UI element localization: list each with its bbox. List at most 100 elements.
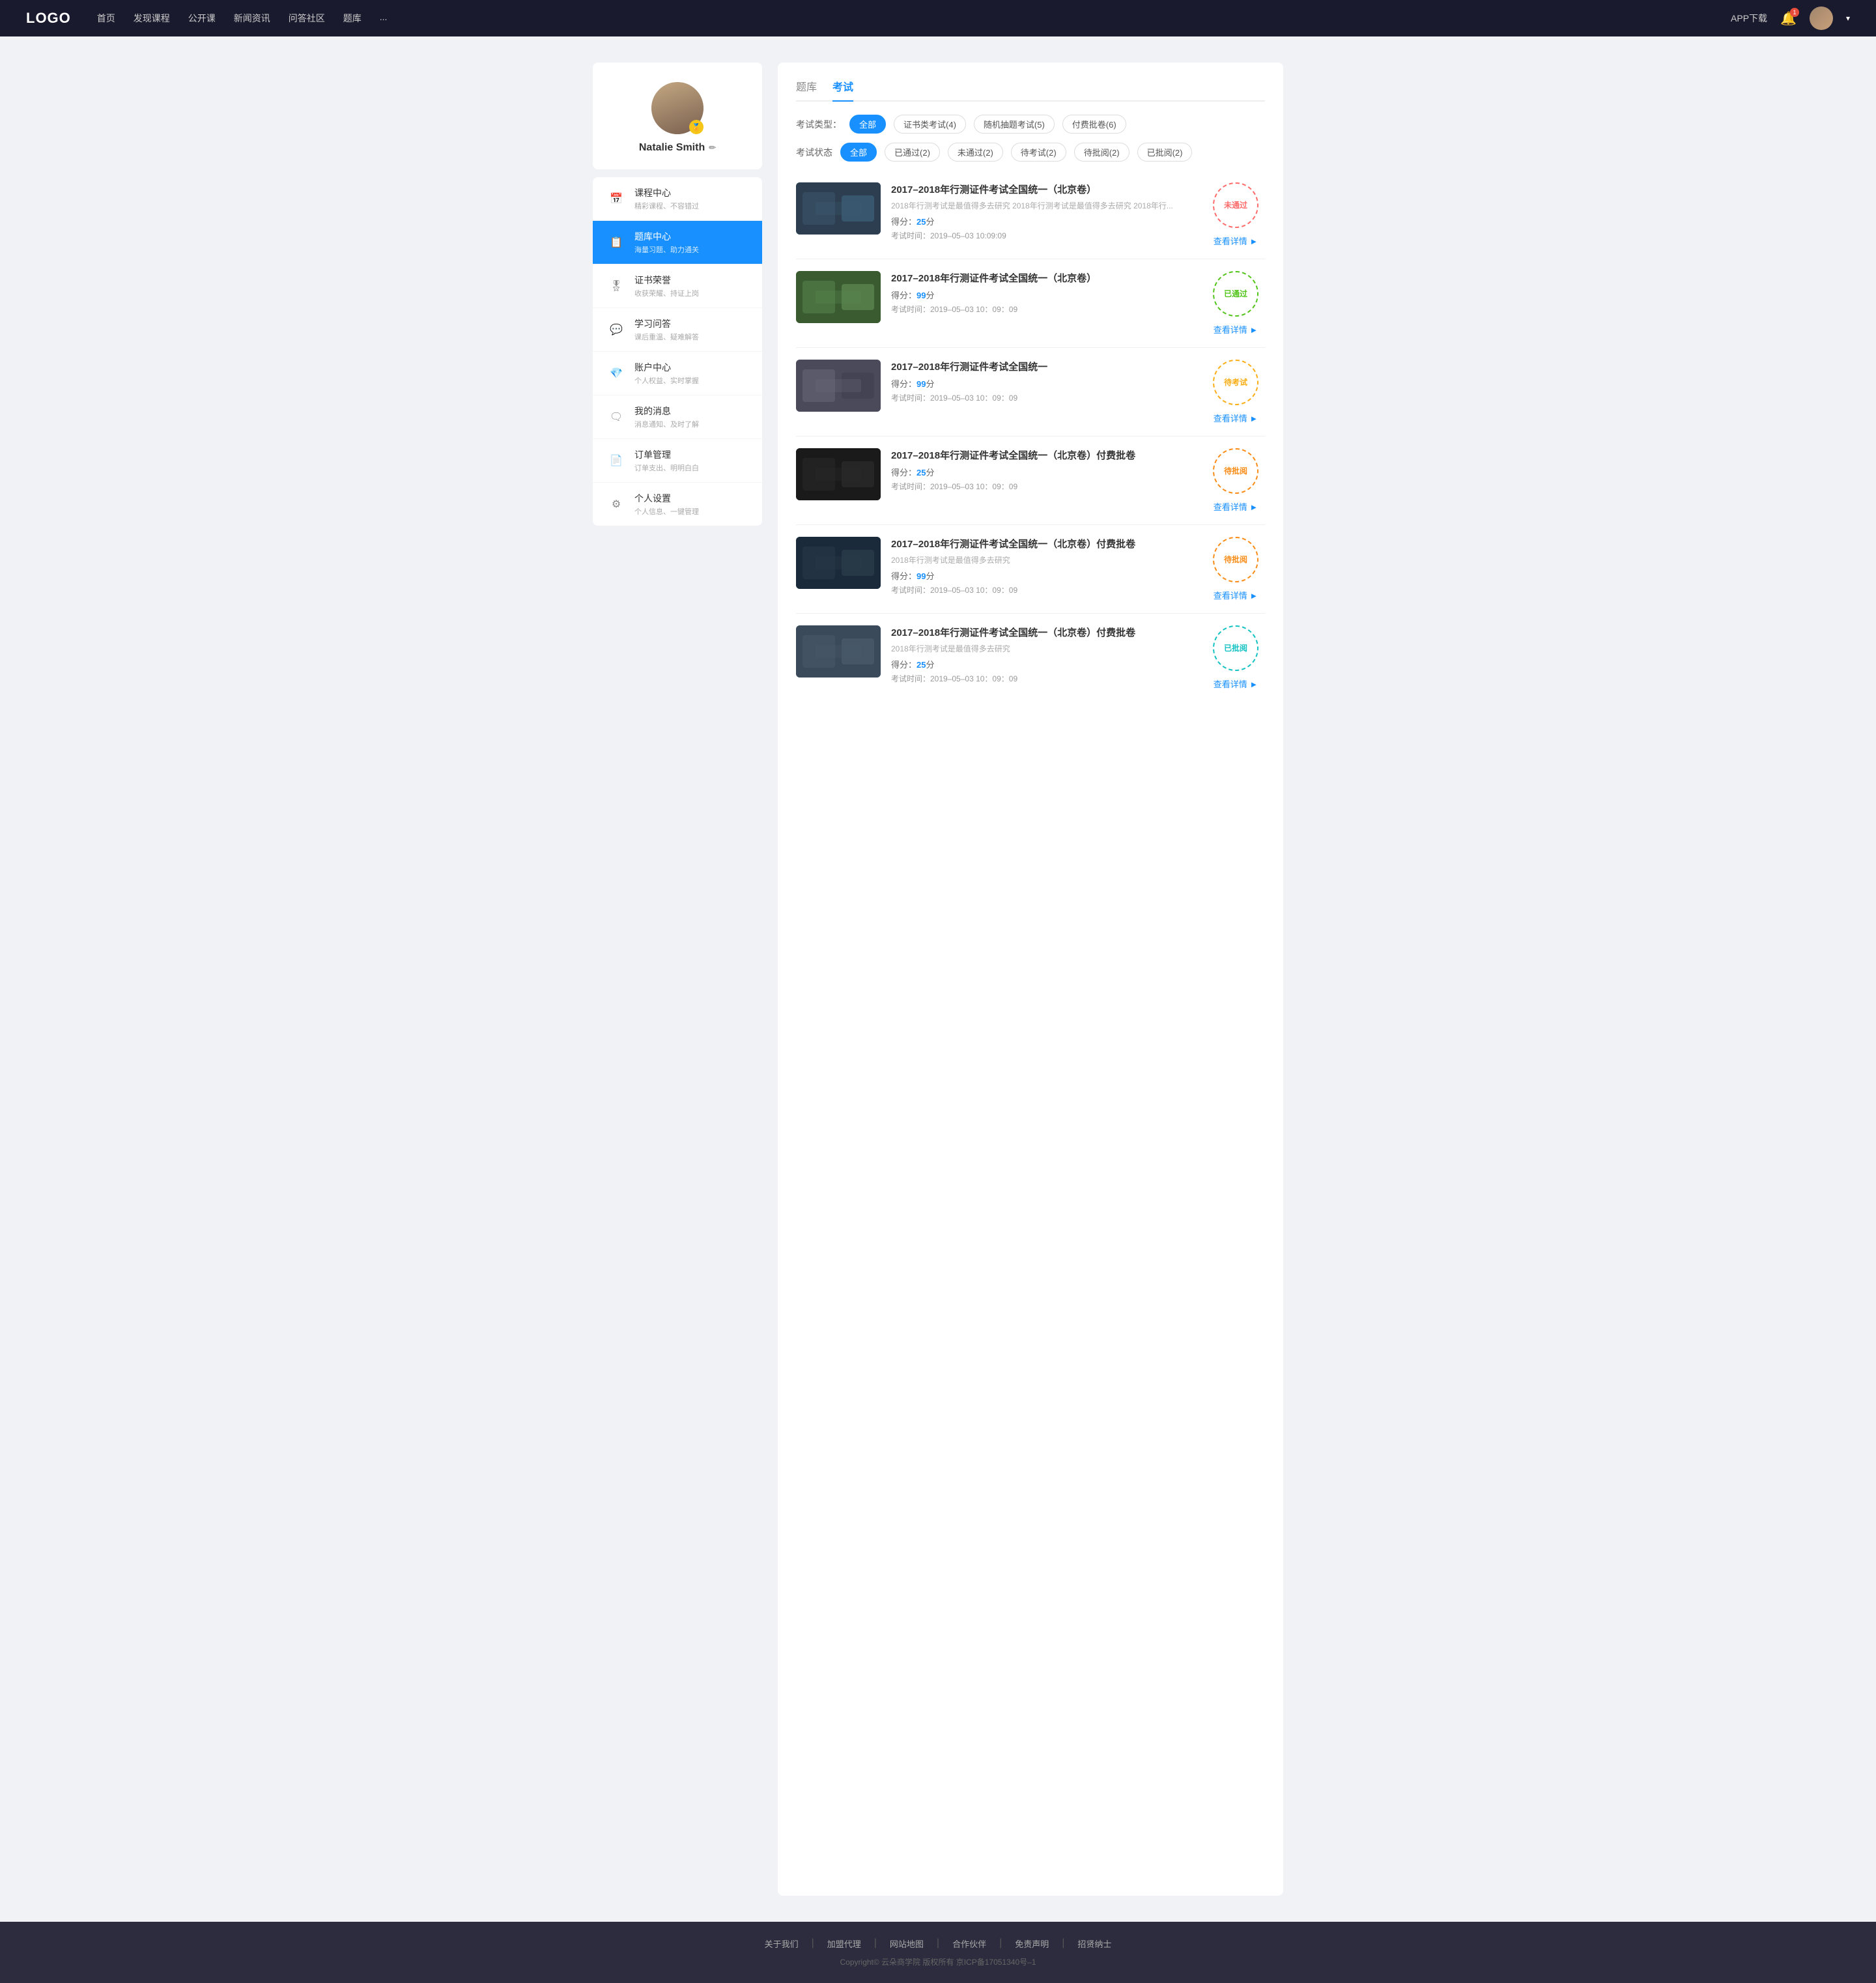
exam-time-4: 考试时间：2019–05–03 10：09：09 (891, 481, 1196, 492)
exam-detail-link-3[interactable]: 查看详情 ► (1214, 412, 1258, 424)
sidebar-username: Natalie Smith ✏ (606, 142, 749, 154)
exam-item-2: 2017–2018年行测证件考试全国统一（北京卷） 得分：99分 考试时间：20… (796, 259, 1265, 348)
footer-link-免责声明[interactable]: 免责声明 (1015, 1937, 1049, 1950)
filter-status-待批阅(2)[interactable]: 待批阅(2) (1074, 143, 1130, 162)
sidebar-texts-messages: 我的消息 消息通知、及时了解 (634, 405, 699, 429)
filter-type-全部[interactable]: 全部 (849, 115, 886, 134)
filter-status-待考试(2)[interactable]: 待考试(2) (1011, 143, 1066, 162)
exam-info-5: 2017–2018年行测证件考试全国统一（北京卷）付费批卷 2018年行测考试是… (891, 537, 1196, 595)
exam-score-num-3: 99 (917, 379, 926, 389)
sidebar-label-course: 课程中心 (634, 186, 699, 199)
exam-title-6: 2017–2018年行测证件考试全国统一（北京卷）付费批卷 (891, 625, 1196, 639)
user-avatar[interactable] (1810, 7, 1833, 30)
exam-score-2: 得分：99分 (891, 289, 1196, 301)
main-container: 🏅 Natalie Smith ✏ 📅 课程中心 精彩课程、不容错过 📋 题库中… (580, 36, 1296, 1922)
sidebar-label-account: 账户中心 (634, 361, 699, 374)
nav-item-公开课[interactable]: 公开课 (188, 12, 216, 25)
user-dropdown-arrow[interactable]: ▾ (1846, 14, 1850, 23)
footer-link-招贤纳士[interactable]: 招贤纳士 (1077, 1937, 1111, 1950)
sidebar-icon-orders: 📄 (606, 450, 627, 471)
sidebar-menu: 📅 课程中心 精彩课程、不容错过 📋 题库中心 海量习题、助力通关 🎖 证书荣誉… (593, 177, 762, 526)
exam-score-6: 得分：25分 (891, 658, 1196, 670)
sidebar-sub-qa: 课后重温、疑难解答 (634, 332, 699, 342)
filter-status-label: 考试状态 (796, 146, 832, 159)
sidebar-item-certificate[interactable]: 🎖 证书荣誉 收获荣耀、持证上岗 (593, 264, 762, 308)
sidebar-item-qa[interactable]: 💬 学习问答 课后重温、疑难解答 (593, 308, 762, 352)
sidebar-label-qa: 学习问答 (634, 317, 699, 330)
exam-thumb-6 (796, 625, 881, 678)
notification-bell[interactable]: 🔔 1 (1780, 10, 1797, 27)
exam-action-4: 待批阅 查看详情 ► (1206, 448, 1265, 513)
edit-profile-icon[interactable]: ✏ (709, 143, 716, 153)
nav-item-题库[interactable]: 题库 (343, 12, 362, 25)
exam-score-num-4: 25 (917, 468, 926, 478)
exam-status-stamp-1: 未通过 (1213, 182, 1258, 228)
sidebar-label-messages: 我的消息 (634, 405, 699, 418)
exam-desc-6: 2018年行测考试是最值得多去研究 (891, 643, 1196, 654)
main-nav: 首页 发现课程 公开课 新闻资讯 问答社区 题库... (97, 12, 1731, 25)
exam-score-num-1: 25 (917, 217, 926, 227)
footer-link-加盟代理[interactable]: 加盟代理 (827, 1937, 861, 1950)
sidebar-item-messages[interactable]: 🗨 我的消息 消息通知、及时了解 (593, 395, 762, 439)
exam-action-3: 待考试 查看详情 ► (1206, 360, 1265, 424)
exam-item-6: 2017–2018年行测证件考试全国统一（北京卷）付费批卷 2018年行测考试是… (796, 614, 1265, 702)
exam-detail-link-2[interactable]: 查看详情 ► (1214, 323, 1258, 335)
exam-detail-link-4[interactable]: 查看详情 ► (1214, 500, 1258, 513)
footer-link-关于我们[interactable]: 关于我们 (765, 1937, 799, 1950)
nav-item-新闻资讯[interactable]: 新闻资讯 (234, 12, 270, 25)
sidebar-texts-account: 账户中心 个人权益、实时掌握 (634, 361, 699, 386)
sidebar-sub-certificate: 收获荣耀、持证上岗 (634, 288, 699, 298)
footer-link-合作伙伴[interactable]: 合作伙伴 (952, 1937, 986, 1950)
exam-detail-link-6[interactable]: 查看详情 ► (1214, 678, 1258, 690)
filter-status-已通过(2)[interactable]: 已通过(2) (885, 143, 940, 162)
sidebar-sub-messages: 消息通知、及时了解 (634, 419, 699, 429)
sidebar-item-course[interactable]: 📅 课程中心 精彩课程、不容错过 (593, 177, 762, 221)
filter-type-随机抽题考试(5)[interactable]: 随机抽题考试(5) (974, 115, 1055, 134)
footer-link-网站地图[interactable]: 网站地图 (890, 1937, 924, 1950)
bell-badge: 1 (1790, 8, 1799, 17)
tab-题库[interactable]: 题库 (796, 78, 817, 102)
filter-status-未通过(2)[interactable]: 未通过(2) (948, 143, 1003, 162)
sidebar-item-question-bank[interactable]: 📋 题库中心 海量习题、助力通关 (593, 221, 762, 264)
sidebar-icon-account: 💎 (606, 363, 627, 384)
app-download-link[interactable]: APP下载 (1731, 12, 1767, 25)
logo: LOGO (26, 10, 71, 27)
sidebar-item-orders[interactable]: 📄 订单管理 订单支出、明明白白 (593, 439, 762, 483)
nav-item-首页[interactable]: 首页 (97, 12, 115, 25)
footer-divider-1: | (874, 1937, 877, 1950)
sidebar-label-orders: 订单管理 (634, 448, 699, 461)
sidebar-profile: 🏅 Natalie Smith ✏ (593, 63, 762, 169)
sidebar-texts-question-bank: 题库中心 海量习题、助力通关 (634, 230, 699, 255)
main-content: 题库考试 考试类型： 全部证书类考试(4)随机抽题考试(5)付费批卷(6) 考试… (778, 63, 1283, 1896)
nav-item-发现课程[interactable]: 发现课程 (134, 12, 170, 25)
filter-type-证书类考试(4)[interactable]: 证书类考试(4) (894, 115, 966, 134)
exam-detail-link-1[interactable]: 查看详情 ► (1214, 235, 1258, 247)
exam-list: 2017–2018年行测证件考试全国统一（北京卷） 2018年行测考试是最值得多… (796, 171, 1265, 702)
sidebar-texts-course: 课程中心 精彩课程、不容错过 (634, 186, 699, 211)
exam-action-1: 未通过 查看详情 ► (1206, 182, 1265, 247)
exam-item-5: 2017–2018年行测证件考试全国统一（北京卷）付费批卷 2018年行测考试是… (796, 525, 1265, 614)
exam-time-1: 考试时间：2019–05–03 10:09:09 (891, 230, 1196, 241)
exam-thumb-4 (796, 448, 881, 500)
exam-info-2: 2017–2018年行测证件考试全国统一（北京卷） 得分：99分 考试时间：20… (891, 271, 1196, 315)
exam-title-1: 2017–2018年行测证件考试全国统一（北京卷） (891, 182, 1196, 196)
filter-status-已批阅(2)[interactable]: 已批阅(2) (1137, 143, 1193, 162)
exam-desc-5: 2018年行测考试是最值得多去研究 (891, 554, 1196, 565)
filter-status-row: 考试状态 全部已通过(2) 未通过(2) 待考试(2) 待批阅(2) 已批阅(2) (796, 143, 1265, 162)
exam-action-2: 已通过 查看详情 ► (1206, 271, 1265, 335)
exam-title-5: 2017–2018年行测证件考试全国统一（北京卷）付费批卷 (891, 537, 1196, 550)
filter-type-付费批卷(6)[interactable]: 付费批卷(6) (1062, 115, 1126, 134)
sidebar-badge: 🏅 (689, 120, 704, 134)
tab-考试[interactable]: 考试 (832, 78, 853, 102)
filter-type-row: 考试类型： 全部证书类考试(4)随机抽题考试(5)付费批卷(6) (796, 115, 1265, 134)
filter-status-全部[interactable]: 全部 (840, 143, 877, 162)
exam-action-5: 待批阅 查看详情 ► (1206, 537, 1265, 601)
sidebar-item-settings[interactable]: ⚙ 个人设置 个人信息、一键管理 (593, 483, 762, 526)
sidebar-label-question-bank: 题库中心 (634, 230, 699, 243)
sidebar-sub-question-bank: 海量习题、助力通关 (634, 244, 699, 255)
exam-detail-link-5[interactable]: 查看详情 ► (1214, 589, 1258, 601)
nav-item-问答社区[interactable]: 问答社区 (289, 12, 325, 25)
sidebar-item-account[interactable]: 💎 账户中心 个人权益、实时掌握 (593, 352, 762, 395)
nav-item-...[interactable]: ... (380, 12, 388, 25)
exam-status-stamp-6: 已批阅 (1213, 625, 1258, 671)
